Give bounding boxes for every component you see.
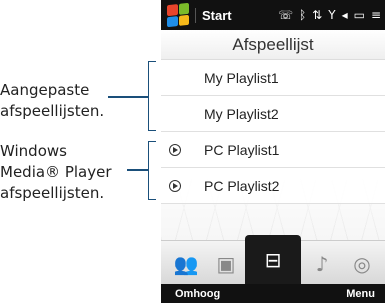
signal-icon: Y <box>328 8 336 22</box>
playlist-label: My Playlist1 <box>204 69 279 86</box>
annotation-wmp-playlists: Windows Media® Player afspeellijsten. <box>0 141 112 204</box>
annotation-line: afspeellijsten. <box>0 184 105 202</box>
tab-bar: 👥 ▣ ⊟ ♪ ◎ <box>161 235 385 285</box>
photo-icon: ▣ <box>216 252 236 276</box>
annotation-bracket <box>148 141 156 200</box>
softkey-left-button[interactable]: Omhoog <box>175 288 220 300</box>
annotation-line: Media® Player <box>0 163 112 181</box>
playlist-item[interactable]: PC Playlist1 <box>161 132 385 168</box>
battery-icon: ▭ <box>353 8 365 22</box>
contacts-tab[interactable]: 👥 <box>169 247 203 281</box>
playlist-label: PC Playlist1 <box>204 141 280 158</box>
close-icon[interactable]: ≡ <box>371 8 381 22</box>
windows-start-icon[interactable] <box>167 2 189 28</box>
music-tab[interactable]: ♪ <box>305 247 339 281</box>
settings-tab[interactable]: ◎ <box>345 247 379 281</box>
annotation-bracket <box>148 61 156 131</box>
phone-screen: Start ☏ ᛒ ⇅ Y ◂ ▭ ≡ Afspeellijst My Play… <box>161 0 385 303</box>
annotation-line: afspeellijsten. <box>0 102 105 120</box>
people-icon: 👥 <box>173 252 199 276</box>
title-bar: Afspeellijst <box>161 30 385 60</box>
video-tab[interactable]: ⊟ <box>245 235 301 285</box>
annotation-leader-line <box>127 169 148 171</box>
annotation-line: Aangepaste <box>0 81 90 99</box>
playlist-label: PC Playlist2 <box>204 177 280 194</box>
playlist-item[interactable]: My Playlist2 <box>161 96 385 132</box>
annotation-leader-line <box>108 96 148 98</box>
softkey-right-button[interactable]: Menu <box>346 288 375 300</box>
play-icon <box>169 143 181 156</box>
playlist-list: My Playlist1 My Playlist2 PC Playlist1 P… <box>161 60 385 240</box>
volume-icon: ◂ <box>341 8 348 22</box>
photos-tab[interactable]: ▣ <box>209 247 243 281</box>
annotation-line: Windows <box>0 142 67 160</box>
video-icon: ⊟ <box>264 248 282 272</box>
data-icon: ⇅ <box>312 8 323 22</box>
start-label[interactable]: Start <box>195 7 232 23</box>
annotation-custom-playlists: Aangepaste afspeellijsten. <box>0 80 104 122</box>
playlist-item[interactable]: PC Playlist2 <box>161 168 385 204</box>
page-title: Afspeellijst <box>232 34 314 54</box>
status-icons[interactable]: ☏ ᛒ ⇅ Y ◂ ▭ ≡ <box>278 8 381 22</box>
playlist-item[interactable]: My Playlist1 <box>161 60 385 96</box>
music-note-icon: ♪ <box>315 252 329 276</box>
settings-icon: ◎ <box>353 252 371 276</box>
status-bar: Start ☏ ᛒ ⇅ Y ◂ ▭ ≡ <box>161 0 385 30</box>
bluetooth-icon: ᛒ <box>298 8 307 22</box>
phone-signal-icon: ☏ <box>277 8 293 22</box>
softkey-bar: Omhoog Menu <box>161 284 385 303</box>
play-icon <box>169 179 181 192</box>
playlist-label: My Playlist2 <box>204 105 279 122</box>
